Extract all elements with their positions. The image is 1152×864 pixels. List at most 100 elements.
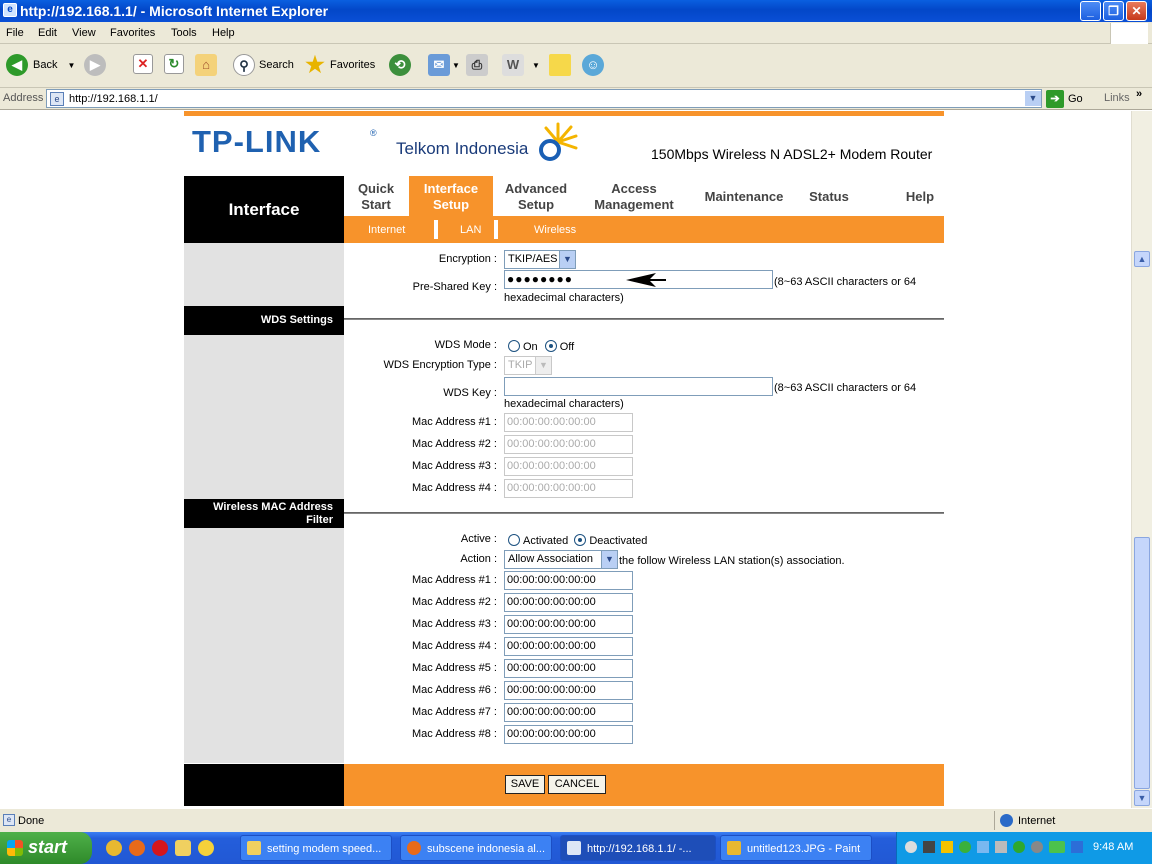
task-setting-modem[interactable]: setting modem speed... (240, 835, 392, 861)
discuss-button[interactable] (549, 54, 571, 76)
psk-hint-2: hexadecimal characters) (504, 292, 624, 304)
title-bar: e http://192.168.1.1/ - Microsoft Intern… (0, 0, 1152, 22)
quicklaunch-messenger-icon[interactable] (198, 840, 214, 856)
address-input[interactable]: e http://192.168.1.1/ ▼ (46, 89, 1042, 108)
quicklaunch-opera-icon[interactable] (152, 840, 168, 856)
wds-mac-input[interactable]: 00:00:00:00:00:00 (504, 457, 633, 476)
volume-icon[interactable] (923, 841, 935, 853)
tab-label: Status (809, 189, 849, 204)
task-paint[interactable]: untitled123.JPG - Paint (720, 835, 872, 861)
radio-off-icon (508, 534, 520, 546)
mac-filter-input[interactable]: 00:00:00:00:00:00 (504, 725, 633, 744)
wds-off-radio[interactable]: Off (544, 340, 574, 353)
quicklaunch-chrome-icon[interactable] (106, 840, 122, 856)
scroll-down-icon[interactable]: ▼ (1134, 790, 1150, 806)
edit-icon: W (502, 54, 524, 76)
tray-app-icon[interactable] (1013, 841, 1025, 853)
wds-key-hint-2: hexadecimal characters) (504, 398, 624, 410)
menu-view[interactable]: View (72, 27, 96, 39)
vertical-scrollbar[interactable]: ▲ ▼ (1131, 111, 1152, 808)
subtab-lan[interactable]: LAN (460, 224, 481, 236)
encryption-select[interactable]: TKIP/AES ▼ (504, 250, 576, 269)
forward-button[interactable]: ▶ (84, 54, 106, 76)
mac-filter-input[interactable]: 00:00:00:00:00:00 (504, 571, 633, 590)
mac-filter-input[interactable]: 00:00:00:00:00:00 (504, 703, 633, 722)
mac-filter-input[interactable]: 00:00:00:00:00:00 (504, 659, 633, 678)
quicklaunch-app-icon[interactable] (175, 840, 191, 856)
network-icon[interactable] (977, 841, 989, 853)
wds-key-label: WDS Key : (443, 387, 497, 399)
mac-filter-input[interactable]: 00:00:00:00:00:00 (504, 615, 633, 634)
tab-maintenance[interactable]: Maintenance (696, 176, 792, 216)
minimize-button[interactable]: _ (1080, 1, 1101, 21)
status-bar: e Done Internet (0, 808, 1152, 832)
action-value: Allow Association (508, 553, 593, 565)
links-label[interactable]: Links (1104, 92, 1130, 104)
maximize-button[interactable]: ❐ (1103, 1, 1124, 21)
telkom-sun-icon (538, 122, 578, 162)
action-label: Action : (460, 553, 497, 565)
tab-interface-setup[interactable]: Interface Setup (409, 176, 493, 216)
activated-radio[interactable]: Activated (508, 534, 568, 547)
tray-app-icon[interactable] (1049, 841, 1065, 853)
tray-app-icon[interactable] (995, 841, 1007, 853)
shield-icon[interactable] (941, 841, 953, 853)
task-ie-router[interactable]: http://192.168.1.1/ -... (560, 835, 716, 861)
favorites-button[interactable]: ★ Favorites (304, 54, 375, 76)
wds-mac-input[interactable]: 00:00:00:00:00:00 (504, 413, 633, 432)
cancel-button[interactable]: CANCEL (548, 775, 606, 794)
wds-mac-input[interactable]: 00:00:00:00:00:00 (504, 435, 633, 454)
address-dropdown-icon[interactable]: ▼ (1025, 91, 1041, 106)
task-subscene[interactable]: subscene indonesia al... (400, 835, 552, 861)
menu-favorites[interactable]: Favorites (110, 27, 155, 39)
wds-section-title: WDS Settings (184, 306, 344, 335)
deactivated-radio[interactable]: Deactivated (574, 534, 647, 547)
tray-app-icon[interactable] (1031, 841, 1043, 853)
print-button[interactable]: ⎙ (466, 54, 488, 76)
tray-app-icon[interactable] (905, 841, 917, 853)
action-select[interactable]: Allow Association ▼ (504, 550, 618, 569)
wds-encryption-select[interactable]: TKIP ▼ (504, 356, 552, 375)
wds-encryption-label: WDS Encryption Type : (383, 359, 497, 371)
history-button[interactable]: ⟲ (389, 54, 411, 76)
task-label: setting modem speed... (267, 843, 382, 855)
scroll-up-icon[interactable]: ▲ (1134, 251, 1150, 267)
psk-hint: (8~63 ASCII characters or 64 (774, 276, 917, 288)
edit-button[interactable]: W ▼ (502, 54, 540, 76)
go-button[interactable]: ➔ Go (1046, 90, 1083, 108)
tab-access-management[interactable]: Access Management (584, 176, 684, 216)
back-button[interactable]: ◀ Back ▼ (6, 54, 75, 76)
menu-edit[interactable]: Edit (38, 27, 57, 39)
wds-mac-input[interactable]: 00:00:00:00:00:00 (504, 479, 633, 498)
tab-help[interactable]: Help (898, 176, 942, 216)
messenger-button[interactable]: ☺ (582, 54, 604, 76)
chevron-right-icon[interactable]: » (1136, 88, 1142, 100)
home-button[interactable]: ⌂ (195, 54, 217, 76)
mac-filter-input[interactable]: 00:00:00:00:00:00 (504, 593, 633, 612)
search-button[interactable]: ⚲ Search (233, 54, 294, 76)
save-button[interactable]: SAVE (505, 775, 545, 794)
menu-help[interactable]: Help (212, 27, 235, 39)
mail-button[interactable]: ✉ ▼ (428, 54, 460, 76)
close-button[interactable]: ✕ (1126, 1, 1147, 21)
quicklaunch-firefox-icon[interactable] (129, 840, 145, 856)
tray-app-icon[interactable] (1071, 841, 1083, 853)
menu-tools[interactable]: Tools (171, 27, 197, 39)
subtab-internet[interactable]: Internet (368, 224, 405, 236)
mac-filter-input[interactable]: 00:00:00:00:00:00 (504, 681, 633, 700)
tab-status[interactable]: Status (800, 176, 858, 216)
refresh-button[interactable]: ↻ (164, 54, 184, 74)
tab-quick-start[interactable]: Quick Start (344, 176, 408, 216)
stop-button[interactable]: ✕ (133, 54, 153, 74)
wds-key-input[interactable] (504, 377, 773, 396)
wds-on-radio[interactable]: On (508, 340, 538, 353)
mac-filter-input[interactable]: 00:00:00:00:00:00 (504, 637, 633, 656)
footer-left (184, 764, 344, 806)
subtab-wireless[interactable]: Wireless (534, 224, 576, 236)
tray-app-icon[interactable] (959, 841, 971, 853)
scroll-thumb[interactable] (1134, 537, 1150, 789)
menu-file[interactable]: File (6, 27, 24, 39)
tab-advanced-setup[interactable]: Advanced Setup (496, 176, 576, 216)
tab-label: Management (594, 197, 674, 212)
start-button[interactable]: start (0, 832, 92, 864)
